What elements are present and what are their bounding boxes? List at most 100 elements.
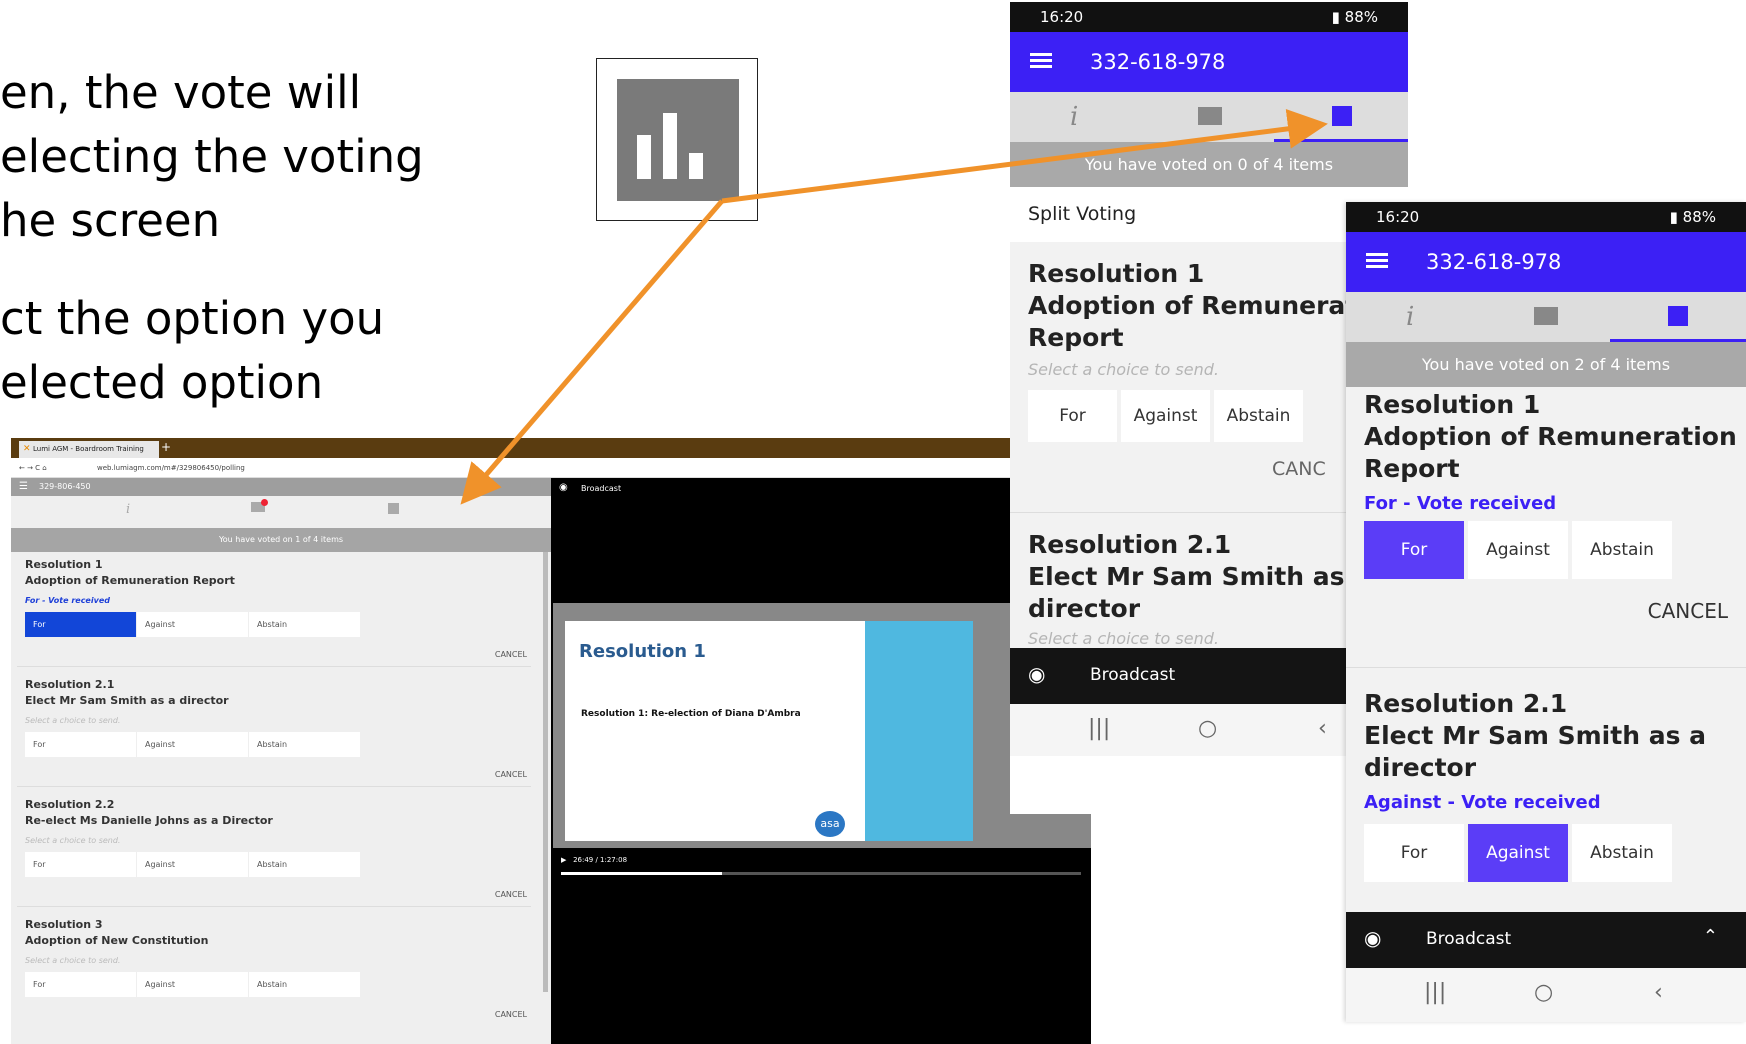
- against-button[interactable]: Against: [137, 852, 248, 877]
- abstain-button[interactable]: Abstain: [249, 732, 360, 757]
- voted-count: You have voted on 0 of 4 items: [1010, 142, 1408, 187]
- for-button[interactable]: For: [25, 852, 136, 877]
- video-progress[interactable]: [561, 872, 1081, 875]
- back-icon[interactable]: ‹: [1654, 980, 1663, 1005]
- for-button[interactable]: For: [25, 972, 136, 997]
- resolution-subtitle-2: Report: [1028, 323, 1124, 352]
- phone-resolution-1: Resolution 1 Adoption of Remuneration Re…: [1346, 387, 1746, 667]
- web-voted-count: You have voted on 1 of 4 items: [11, 528, 551, 552]
- for-button[interactable]: For: [1028, 390, 1117, 442]
- abstain-button[interactable]: Abstain: [1214, 390, 1303, 442]
- cancel-button[interactable]: CANCEL: [495, 650, 527, 659]
- phone-tabs: i: [1346, 292, 1746, 342]
- resolution-subtitle: Adoption of Remuneration: [1028, 291, 1401, 320]
- resolution-title: Resolution 2.1: [1028, 530, 1232, 559]
- browser-window: ✕ Lumi AGM - Boardroom Training + ← → C ⌂…: [11, 438, 1091, 1044]
- chat-icon[interactable]: [1534, 307, 1558, 325]
- poll-tab-icon[interactable]: [1332, 106, 1352, 126]
- resolution-title: Resolution 2.1: [25, 678, 115, 691]
- web-resolution-4: Resolution 3 Adoption of New Constitutio…: [11, 918, 531, 1040]
- meeting-id: 332-618-978: [1426, 250, 1562, 274]
- android-nav-bar: ||| ○ ‹: [1346, 968, 1746, 1022]
- broadcast-label: Broadcast: [581, 484, 622, 493]
- for-button[interactable]: For: [1364, 521, 1464, 579]
- resolution-subtitle: Adoption of New Constitution: [25, 934, 209, 947]
- poll-icon: [617, 79, 739, 201]
- cancel-button[interactable]: CANCEL: [495, 890, 527, 899]
- resolution-title: Resolution 1: [1028, 259, 1205, 288]
- against-button[interactable]: Against: [137, 732, 248, 757]
- nav-arrows-icon[interactable]: ← → C ⌂: [19, 458, 47, 478]
- slide-line-3: he screen: [0, 194, 221, 247]
- home-icon[interactable]: ○: [1198, 716, 1217, 741]
- info-icon[interactable]: i: [1406, 302, 1414, 332]
- resolution-subtitle-2: Report: [1364, 454, 1460, 483]
- address-bar[interactable]: ← → C ⌂ web.lumiagm.com/m#/329806450/pol…: [11, 458, 1091, 478]
- against-button[interactable]: Against: [1468, 824, 1568, 882]
- cancel-button[interactable]: CANCEL: [495, 1010, 527, 1019]
- abstain-button[interactable]: Abstain: [249, 612, 360, 637]
- abstain-button[interactable]: Abstain: [249, 972, 360, 997]
- resolution-subtitle: Adoption of Remuneration: [1364, 422, 1737, 451]
- scrollbar[interactable]: [543, 552, 548, 992]
- for-button[interactable]: For: [25, 732, 136, 757]
- resolution-subtitle-2: director: [1364, 753, 1477, 782]
- broadcast-label: Broadcast: [1090, 665, 1176, 685]
- broadcast-icon: ◉: [1364, 926, 1382, 950]
- against-button[interactable]: Against: [1468, 521, 1568, 579]
- recent-apps-icon[interactable]: |||: [1088, 716, 1110, 741]
- status-battery: ▮ 88%: [1669, 208, 1716, 226]
- status-time: 16:20: [1376, 208, 1420, 226]
- back-icon[interactable]: ‹: [1318, 716, 1327, 741]
- slide-bullet: Resolution 1: Re-election of Diana D'Amb…: [581, 709, 801, 719]
- menu-icon[interactable]: ☰: [19, 478, 28, 496]
- browser-tab[interactable]: ✕ Lumi AGM - Boardroom Training: [19, 441, 159, 458]
- slide-line-5: elected option: [0, 356, 324, 409]
- poll-tab-icon[interactable]: [1668, 306, 1688, 326]
- cancel-button[interactable]: CANC: [1272, 458, 1326, 480]
- video-time: ▶ 26:49 / 1:27:08: [561, 856, 628, 864]
- phone-screen-2: 16:20 ▮ 88% 332-618-978 i You have voted…: [1346, 202, 1746, 1022]
- abstain-button[interactable]: Abstain: [249, 852, 360, 877]
- new-tab-icon[interactable]: +: [161, 440, 171, 454]
- status-bar: 16:20 ▮ 88%: [1010, 2, 1408, 32]
- resolution-title: Resolution 1: [25, 558, 103, 571]
- recent-apps-icon[interactable]: |||: [1424, 980, 1446, 1005]
- poll-tab-icon[interactable]: [388, 503, 399, 514]
- broadcast-bar[interactable]: ◉ Broadcast ⌃: [1346, 912, 1746, 968]
- lumi-logo-icon: ✕: [23, 444, 31, 454]
- slide-decoration: [865, 621, 973, 841]
- menu-icon[interactable]: [1030, 53, 1052, 69]
- web-meeting-id: 329-806-450: [39, 482, 91, 491]
- browser-tabbar: ✕ Lumi AGM - Boardroom Training +: [11, 438, 1091, 458]
- abstain-button[interactable]: Abstain: [1572, 824, 1672, 882]
- browser-tab-title: Lumi AGM - Boardroom Training: [33, 445, 144, 453]
- resolution-subtitle: Elect Mr Sam Smith as a: [1028, 562, 1371, 591]
- web-resolution-2: Resolution 2.1 Elect Mr Sam Smith as a d…: [11, 678, 531, 800]
- slide-line-4: ct the option you: [0, 292, 385, 345]
- broadcast-label: Broadcast: [1426, 929, 1512, 949]
- for-button[interactable]: For: [25, 612, 136, 637]
- against-button[interactable]: Against: [137, 612, 248, 637]
- info-icon[interactable]: i: [126, 502, 130, 517]
- vote-status: Select a choice to send.: [1028, 629, 1219, 648]
- polling-panel: ☰ 329-806-450 i You have voted on 1 of 4…: [11, 478, 551, 1044]
- cancel-button[interactable]: CANCEL: [495, 770, 527, 779]
- abstain-button[interactable]: Abstain: [1572, 521, 1672, 579]
- url-text: web.lumiagm.com/m#/329806450/polling: [97, 464, 245, 472]
- phone-tabs: i: [1010, 92, 1408, 142]
- app-bar: 332-618-978: [1010, 32, 1408, 92]
- vote-status: Select a choice to send.: [25, 956, 121, 965]
- web-resolution-1: Resolution 1 Adoption of Remuneration Re…: [11, 558, 531, 680]
- against-button[interactable]: Against: [137, 972, 248, 997]
- menu-icon[interactable]: [1366, 253, 1388, 269]
- info-icon[interactable]: i: [1070, 102, 1078, 132]
- chevron-up-icon[interactable]: ⌃: [1703, 926, 1718, 947]
- cancel-button[interactable]: CANCEL: [1648, 599, 1728, 623]
- for-button[interactable]: For: [1364, 824, 1464, 882]
- voted-count: You have voted on 2 of 4 items: [1346, 342, 1746, 387]
- against-button[interactable]: Against: [1121, 390, 1210, 442]
- chat-icon[interactable]: [1198, 107, 1222, 125]
- home-icon[interactable]: ○: [1534, 980, 1553, 1005]
- web-app-bar: ☰ 329-806-450: [11, 478, 551, 496]
